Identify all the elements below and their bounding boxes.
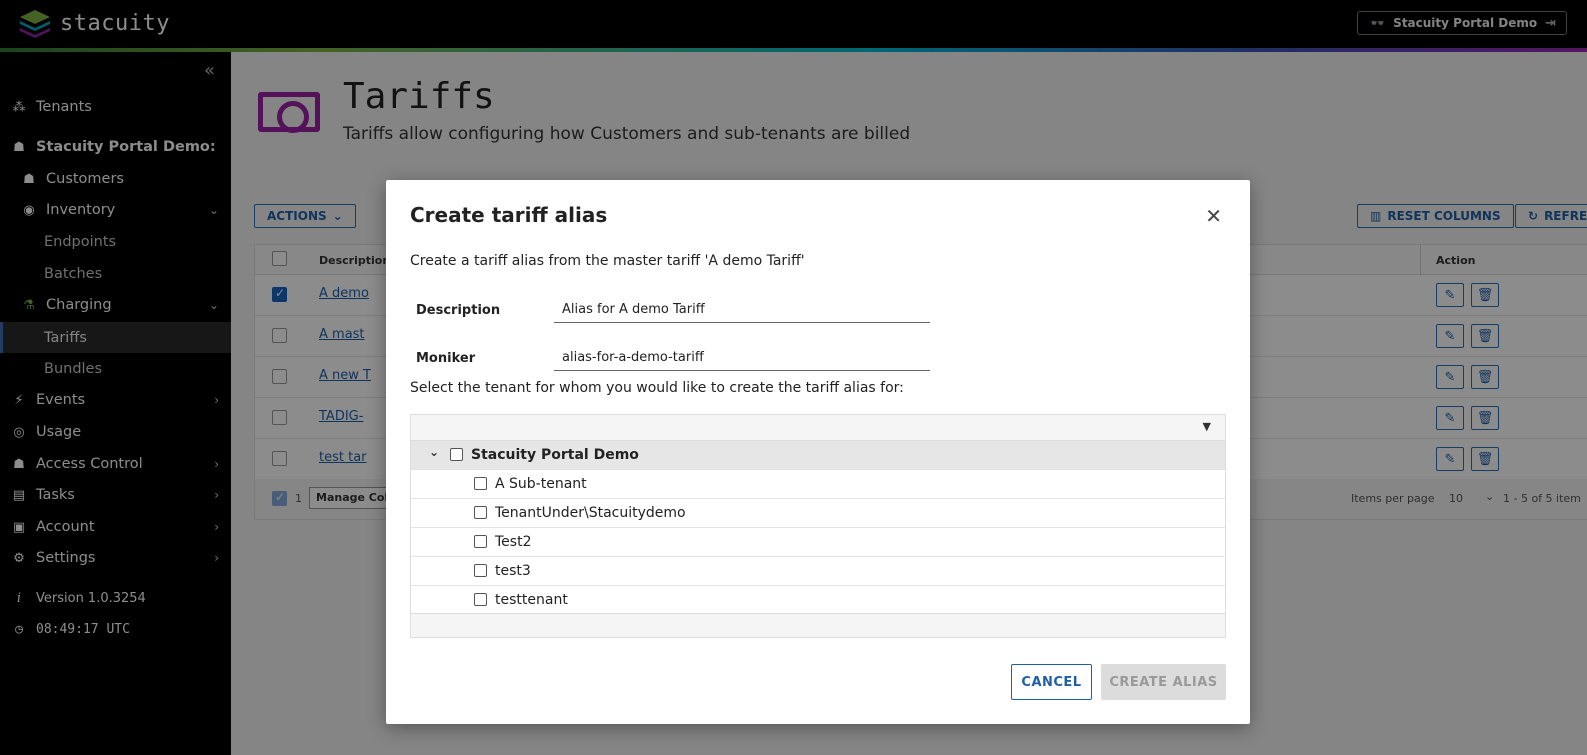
tree-checkbox[interactable] xyxy=(474,506,487,519)
tree-node-label: Stacuity Portal Demo xyxy=(471,447,639,463)
tree-node-label: test3 xyxy=(495,563,531,579)
tree-node-label: A Sub-tenant xyxy=(495,476,587,492)
cancel-button[interactable]: CANCEL xyxy=(1011,664,1092,700)
tree-node-root[interactable]: ⌄ Stacuity Portal Demo xyxy=(411,441,1225,470)
tree-checkbox[interactable] xyxy=(450,448,463,461)
tree-checkbox[interactable] xyxy=(474,593,487,606)
moniker-field[interactable] xyxy=(554,345,930,371)
tenant-select-prompt: Select the tenant for whom you would lik… xyxy=(410,380,904,396)
dialog-description: Create a tariff alias from the master ta… xyxy=(410,253,805,269)
dialog-title: Create tariff alias xyxy=(410,203,608,227)
description-field[interactable] xyxy=(554,297,930,323)
tree-node-label: TenantUnder\Stacuitydemo xyxy=(495,505,686,521)
close-icon[interactable]: ✕ xyxy=(1205,204,1222,228)
create-alias-button[interactable]: CREATE ALIAS xyxy=(1101,664,1226,700)
tree-node-label: Test2 xyxy=(495,534,532,550)
tree-node-label: testtenant xyxy=(495,592,568,608)
tree-checkbox[interactable] xyxy=(474,477,487,490)
chevron-down-icon[interactable]: ⌄ xyxy=(429,445,439,459)
tree-node[interactable]: test3 xyxy=(411,557,1225,586)
tree-header: ▼ xyxy=(411,415,1225,441)
tree-node[interactable]: testtenant xyxy=(411,586,1225,615)
tree-node[interactable]: A Sub-tenant xyxy=(411,470,1225,499)
tree-node[interactable]: Test2 xyxy=(411,528,1225,557)
create-tariff-alias-dialog: Create tariff alias ✕ Create a tariff al… xyxy=(386,180,1250,724)
tree-footer xyxy=(411,613,1225,637)
moniker-label: Moniker xyxy=(416,351,476,366)
tree-checkbox[interactable] xyxy=(474,535,487,548)
description-label: Description xyxy=(416,303,501,318)
filter-icon[interactable]: ▼ xyxy=(1203,420,1211,433)
tenant-tree: ▼ ⌄ Stacuity Portal Demo A Sub-tenant Te… xyxy=(410,414,1226,638)
tree-checkbox[interactable] xyxy=(474,564,487,577)
tree-node[interactable]: TenantUnder\Stacuitydemo xyxy=(411,499,1225,528)
